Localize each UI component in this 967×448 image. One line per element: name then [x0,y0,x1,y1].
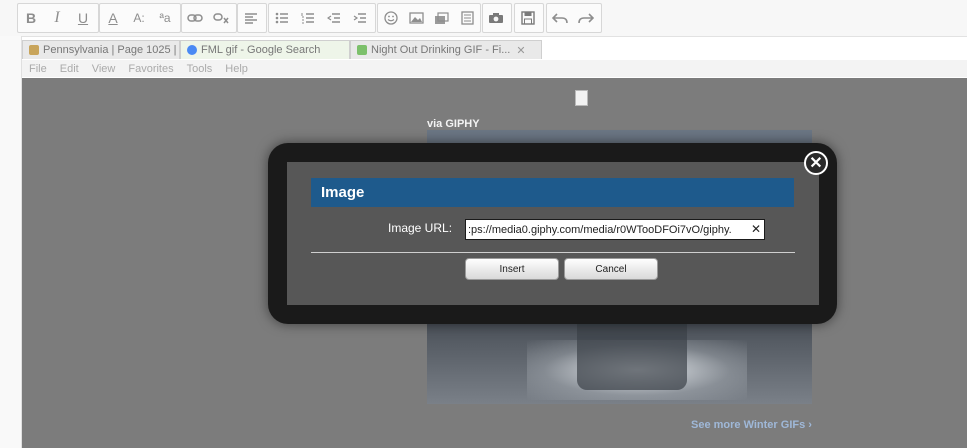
insert-button[interactable]: Insert [465,258,559,280]
font-color-button[interactable]: A [100,5,126,31]
bold-button[interactable]: B [18,5,44,31]
save-icon[interactable] [515,5,541,31]
underline-button[interactable]: U [70,5,96,31]
bullet-list-icon[interactable] [269,5,295,31]
page-favicon-icon [29,45,39,55]
image-url-label: Image URL: [388,221,453,235]
media-group [482,3,512,33]
camera-icon[interactable] [483,5,509,31]
align-left-icon[interactable] [238,5,264,31]
menu-view[interactable]: View [92,63,116,75]
tab-label: Night Out Drinking GIF - Fi... [371,44,511,56]
gallery-icon[interactable] [429,5,455,31]
font-face-button[interactable]: ªa [152,5,178,31]
menu-file[interactable]: File [29,63,47,75]
tab-google-search[interactable]: FML gif - Google Search [180,40,350,59]
tab-label: FML gif - Google Search [201,44,321,56]
dialog-close-icon[interactable]: ✕ [804,151,828,175]
indent-icon[interactable] [347,5,373,31]
history-group [546,3,602,33]
dialog-divider [311,252,795,253]
editor-toolbar: B I U A A: ªa [0,0,967,37]
browser-menubar: File Edit View Favorites Tools Help [22,60,967,77]
left-gutter [0,36,22,448]
tab-night-out-gif[interactable]: Night Out Drinking GIF - Fi... ✕ [350,40,542,59]
menu-help[interactable]: Help [225,63,248,75]
font-group: A A: ªa [99,3,181,33]
list-group [268,3,376,33]
link-icon[interactable] [182,5,208,31]
tab-pennsylvania[interactable]: Pennsylvania | Page 1025 | Tac [22,40,180,59]
save-group [514,3,544,33]
menu-favorites[interactable]: Favorites [128,63,173,75]
document-icon[interactable] [455,5,481,31]
outdent-icon[interactable] [321,5,347,31]
see-more-link[interactable]: See more Winter GIFs › [691,419,812,431]
close-tab-icon[interactable]: ✕ [516,44,525,57]
menu-tools[interactable]: Tools [187,63,213,75]
image-url-value: :ps://media0.giphy.com/media/r0WTooDFOi7… [468,223,732,236]
tab-label: Pennsylvania | Page 1025 | Tac [43,44,179,56]
menu-edit[interactable]: Edit [60,63,79,75]
image-icon[interactable] [404,5,430,31]
document-icon [575,90,588,106]
redo-icon[interactable] [573,5,599,31]
italic-button[interactable]: I [44,5,70,31]
font-size-button[interactable]: A: [126,5,152,31]
google-favicon-icon [187,45,197,55]
undo-icon[interactable] [547,5,573,31]
image-url-input[interactable]: :ps://media0.giphy.com/media/r0WTooDFOi7… [465,219,765,240]
cancel-button[interactable]: Cancel [564,258,658,280]
browser-tabs: Pennsylvania | Page 1025 | Tac FML gif -… [22,40,542,59]
align-group [237,3,267,33]
dialog-title: Image [311,178,794,207]
via-giphy-label: via GIPHY [427,118,480,130]
numbered-list-icon[interactable] [295,5,321,31]
unlink-icon[interactable] [208,5,234,31]
insert-group [377,3,481,33]
emoji-icon[interactable] [378,5,404,31]
clear-input-icon[interactable]: ✕ [751,222,761,236]
text-style-group: B I U [17,3,99,33]
giphy-favicon-icon [357,45,367,55]
link-group [181,3,237,33]
